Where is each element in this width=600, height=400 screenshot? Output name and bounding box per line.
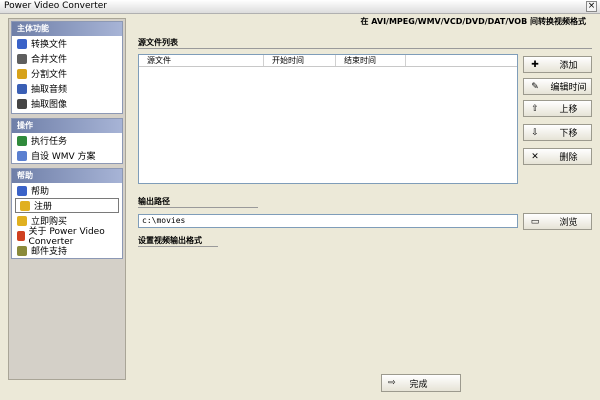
sidebar-item-label: 注册 [34,202,53,212]
column-header-end[interactable]: 结束时间 [336,55,406,66]
finish-button[interactable]: ⇨ 完成 [381,374,461,392]
divider [138,246,218,247]
arrow-right-icon: ⇨ [388,378,396,388]
browse-button[interactable]: ▭ 浏览 [523,213,592,230]
register-icon [20,200,30,211]
divider [138,207,258,208]
edit-icon: ✎ [531,81,539,92]
button-label: 上移 [559,105,578,115]
output-path-field[interactable]: c:\movies [138,214,518,228]
output-path-title: 输出路径 [138,197,170,206]
main-panel: 在 AVI/MPEG/WMV/VCD/DVD/DAT/VOB 间转换视频格式 源… [132,14,600,400]
divider [138,48,592,49]
sidebar-item[interactable]: 关于 Power Video Converter [12,227,122,247]
sidebar-item[interactable]: 抽取图像 [12,96,122,111]
video-format-title: 设置视频输出格式 [138,236,202,245]
down-arrow-icon: ⇩ [531,127,539,138]
sidebar-item[interactable]: 转换文件 [12,36,122,51]
home-icon [17,230,25,241]
sidebar-item[interactable]: 自设 WMV 方案 [12,148,122,163]
column-header-start[interactable]: 开始时间 [264,55,336,66]
list-action-button[interactable]: ✚ 添加 [523,56,592,73]
sidebar-item-label: 转换文件 [31,40,68,50]
source-file-list[interactable]: 源文件 开始时间 结束时间 [138,54,518,184]
app-window: Power Video Converter × 主体功能转换文件合并文件分割文件… [0,0,600,400]
split-icon [17,68,27,79]
column-header-source[interactable]: 源文件 [139,55,264,66]
sidebar-item-label: 帮助 [31,187,50,197]
list-action-button[interactable]: ⇩ 下移 [523,124,592,141]
sidebar-section-title: 主体功能 [12,22,122,36]
sidebar-item-label: 自设 WMV 方案 [31,152,96,162]
mail-icon [17,245,27,256]
button-label: 删除 [559,153,578,163]
buy-icon [17,215,27,226]
list-action-button[interactable]: ✕ 删除 [523,148,592,165]
source-list-title: 源文件列表 [138,38,178,47]
close-icon[interactable]: × [586,1,597,12]
wmv-icon [17,150,27,161]
sidebar-item[interactable]: 合并文件 [12,51,122,66]
sidebar-section: 操作执行任务自设 WMV 方案 [11,118,123,164]
sidebar: 主体功能 转换文件 合并文件 分割文件 抽取音频 抽取图像 操作 执行任务 自设 WMV 方案帮… [8,18,126,380]
title-bar: Power Video Converter × [0,0,600,14]
sidebar-item[interactable]: 执行任务 [12,133,122,148]
list-action-button[interactable]: ✎ 编辑时间 [523,78,592,95]
button-label: 编辑时间 [550,83,587,93]
list-header: 源文件 开始时间 结束时间 [139,55,517,67]
delete-icon: ✕ [531,151,539,162]
sidebar-item-label: 抽取图像 [31,100,68,110]
sidebar-item[interactable]: 帮助 [12,183,122,198]
up-arrow-icon: ⇧ [531,103,539,114]
sidebar-item-label: 邮件支持 [31,247,68,257]
button-label: 添加 [559,61,578,71]
sidebar-item-label: 抽取音频 [31,85,68,95]
sidebar-section: 帮助 帮助 注册 立即购买 关于 Power Video Converter 邮件支持 [11,168,123,259]
sidebar-section-title: 操作 [12,119,122,133]
sidebar-item[interactable]: 抽取音频 [12,81,122,96]
sidebar-item-label: 执行任务 [31,137,68,147]
list-action-button[interactable]: ⇧ 上移 [523,100,592,117]
sidebar-item-label: 分割文件 [31,70,68,80]
image-icon [17,98,27,109]
help-icon [17,185,27,196]
folder-icon: ▭ [530,216,540,227]
convert-icon [17,38,27,49]
sidebar-item[interactable]: 注册 [15,198,119,213]
plus-icon: ✚ [531,59,539,70]
window-title: Power Video Converter [4,1,107,11]
sidebar-item-label: 合并文件 [31,55,68,65]
audio-icon [17,83,27,94]
run-icon [17,135,27,146]
button-label: 下移 [559,129,578,139]
sidebar-section-title: 帮助 [12,169,122,183]
sidebar-item[interactable]: 分割文件 [12,66,122,81]
merge-icon [17,53,27,64]
format-support-note: 在 AVI/MPEG/WMV/VCD/DVD/DAT/VOB 间转换视频格式 [360,17,586,26]
sidebar-section: 主体功能转换文件合并文件分割文件抽取音频抽取图像 [11,21,123,114]
